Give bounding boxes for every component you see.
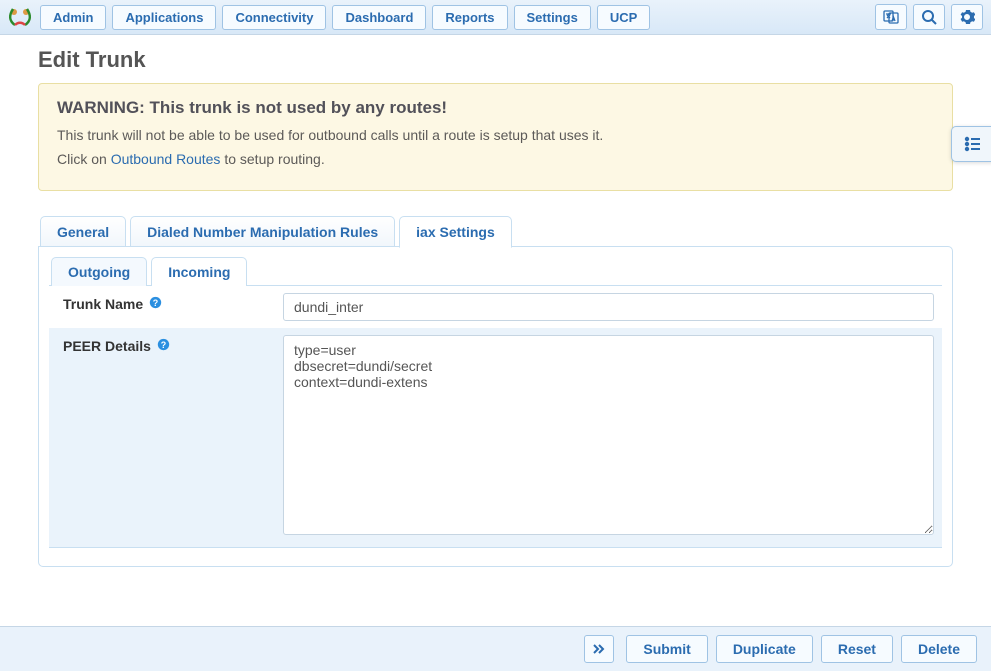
warning-alert: WARNING: This trunk is not used by any r… bbox=[38, 83, 953, 191]
tab-dialed-number-rules[interactable]: Dialed Number Manipulation Rules bbox=[130, 216, 395, 248]
duplicate-button[interactable]: Duplicate bbox=[716, 635, 813, 663]
settings-panel: Outgoing Incoming Trunk Name ? PEER Deta… bbox=[38, 246, 953, 567]
main-tabs: General Dialed Number Manipulation Rules… bbox=[40, 215, 953, 247]
sub-tabs: Outgoing Incoming bbox=[51, 257, 942, 286]
submit-button[interactable]: Submit bbox=[626, 635, 707, 663]
footer-expand-icon[interactable] bbox=[584, 635, 614, 663]
nav-applications[interactable]: Applications bbox=[112, 5, 216, 30]
reset-button[interactable]: Reset bbox=[821, 635, 893, 663]
logo-icon bbox=[6, 3, 34, 31]
help-icon[interactable]: ? bbox=[157, 338, 170, 353]
warning-line2-before: Click on bbox=[57, 151, 111, 167]
tab-general[interactable]: General bbox=[40, 216, 126, 248]
warning-heading: WARNING: This trunk is not used by any r… bbox=[57, 98, 934, 118]
top-nav: Admin Applications Connectivity Dashboar… bbox=[0, 0, 991, 35]
row-trunk-name: Trunk Name ? bbox=[49, 286, 942, 328]
trunk-name-input[interactable] bbox=[283, 293, 934, 321]
nav-reports[interactable]: Reports bbox=[432, 5, 507, 30]
warning-line1: This trunk will not be able to be used f… bbox=[57, 124, 934, 148]
gear-icon-button[interactable] bbox=[951, 4, 983, 30]
svg-text:?: ? bbox=[153, 297, 158, 307]
warning-line2: Click on Outbound Routes to setup routin… bbox=[57, 148, 934, 172]
subtab-incoming[interactable]: Incoming bbox=[151, 257, 247, 286]
nav-dashboard[interactable]: Dashboard bbox=[332, 5, 426, 30]
language-icon-button[interactable] bbox=[875, 4, 907, 30]
tab-iax-settings[interactable]: iax Settings bbox=[399, 216, 512, 248]
help-icon[interactable]: ? bbox=[149, 296, 162, 311]
svg-text:?: ? bbox=[161, 339, 166, 349]
nav-ucp[interactable]: UCP bbox=[597, 5, 650, 30]
trunk-name-label: Trunk Name bbox=[63, 296, 143, 312]
outbound-routes-link[interactable]: Outbound Routes bbox=[111, 151, 221, 167]
peer-details-textarea[interactable] bbox=[283, 335, 934, 535]
delete-button[interactable]: Delete bbox=[901, 635, 977, 663]
nav-settings[interactable]: Settings bbox=[514, 5, 591, 30]
row-peer-details: PEER Details ? bbox=[49, 328, 942, 547]
warning-line2-after: to setup routing. bbox=[220, 151, 324, 167]
nav-admin[interactable]: Admin bbox=[40, 5, 106, 30]
side-list-toggle[interactable] bbox=[951, 126, 991, 162]
peer-details-label: PEER Details bbox=[63, 338, 151, 354]
form-box: Trunk Name ? PEER Details ? bbox=[49, 285, 942, 548]
footer-bar: Submit Duplicate Reset Delete bbox=[0, 626, 991, 671]
subtab-outgoing[interactable]: Outgoing bbox=[51, 257, 147, 286]
search-icon-button[interactable] bbox=[913, 4, 945, 30]
page-title: Edit Trunk bbox=[38, 47, 953, 73]
nav-connectivity[interactable]: Connectivity bbox=[222, 5, 326, 30]
